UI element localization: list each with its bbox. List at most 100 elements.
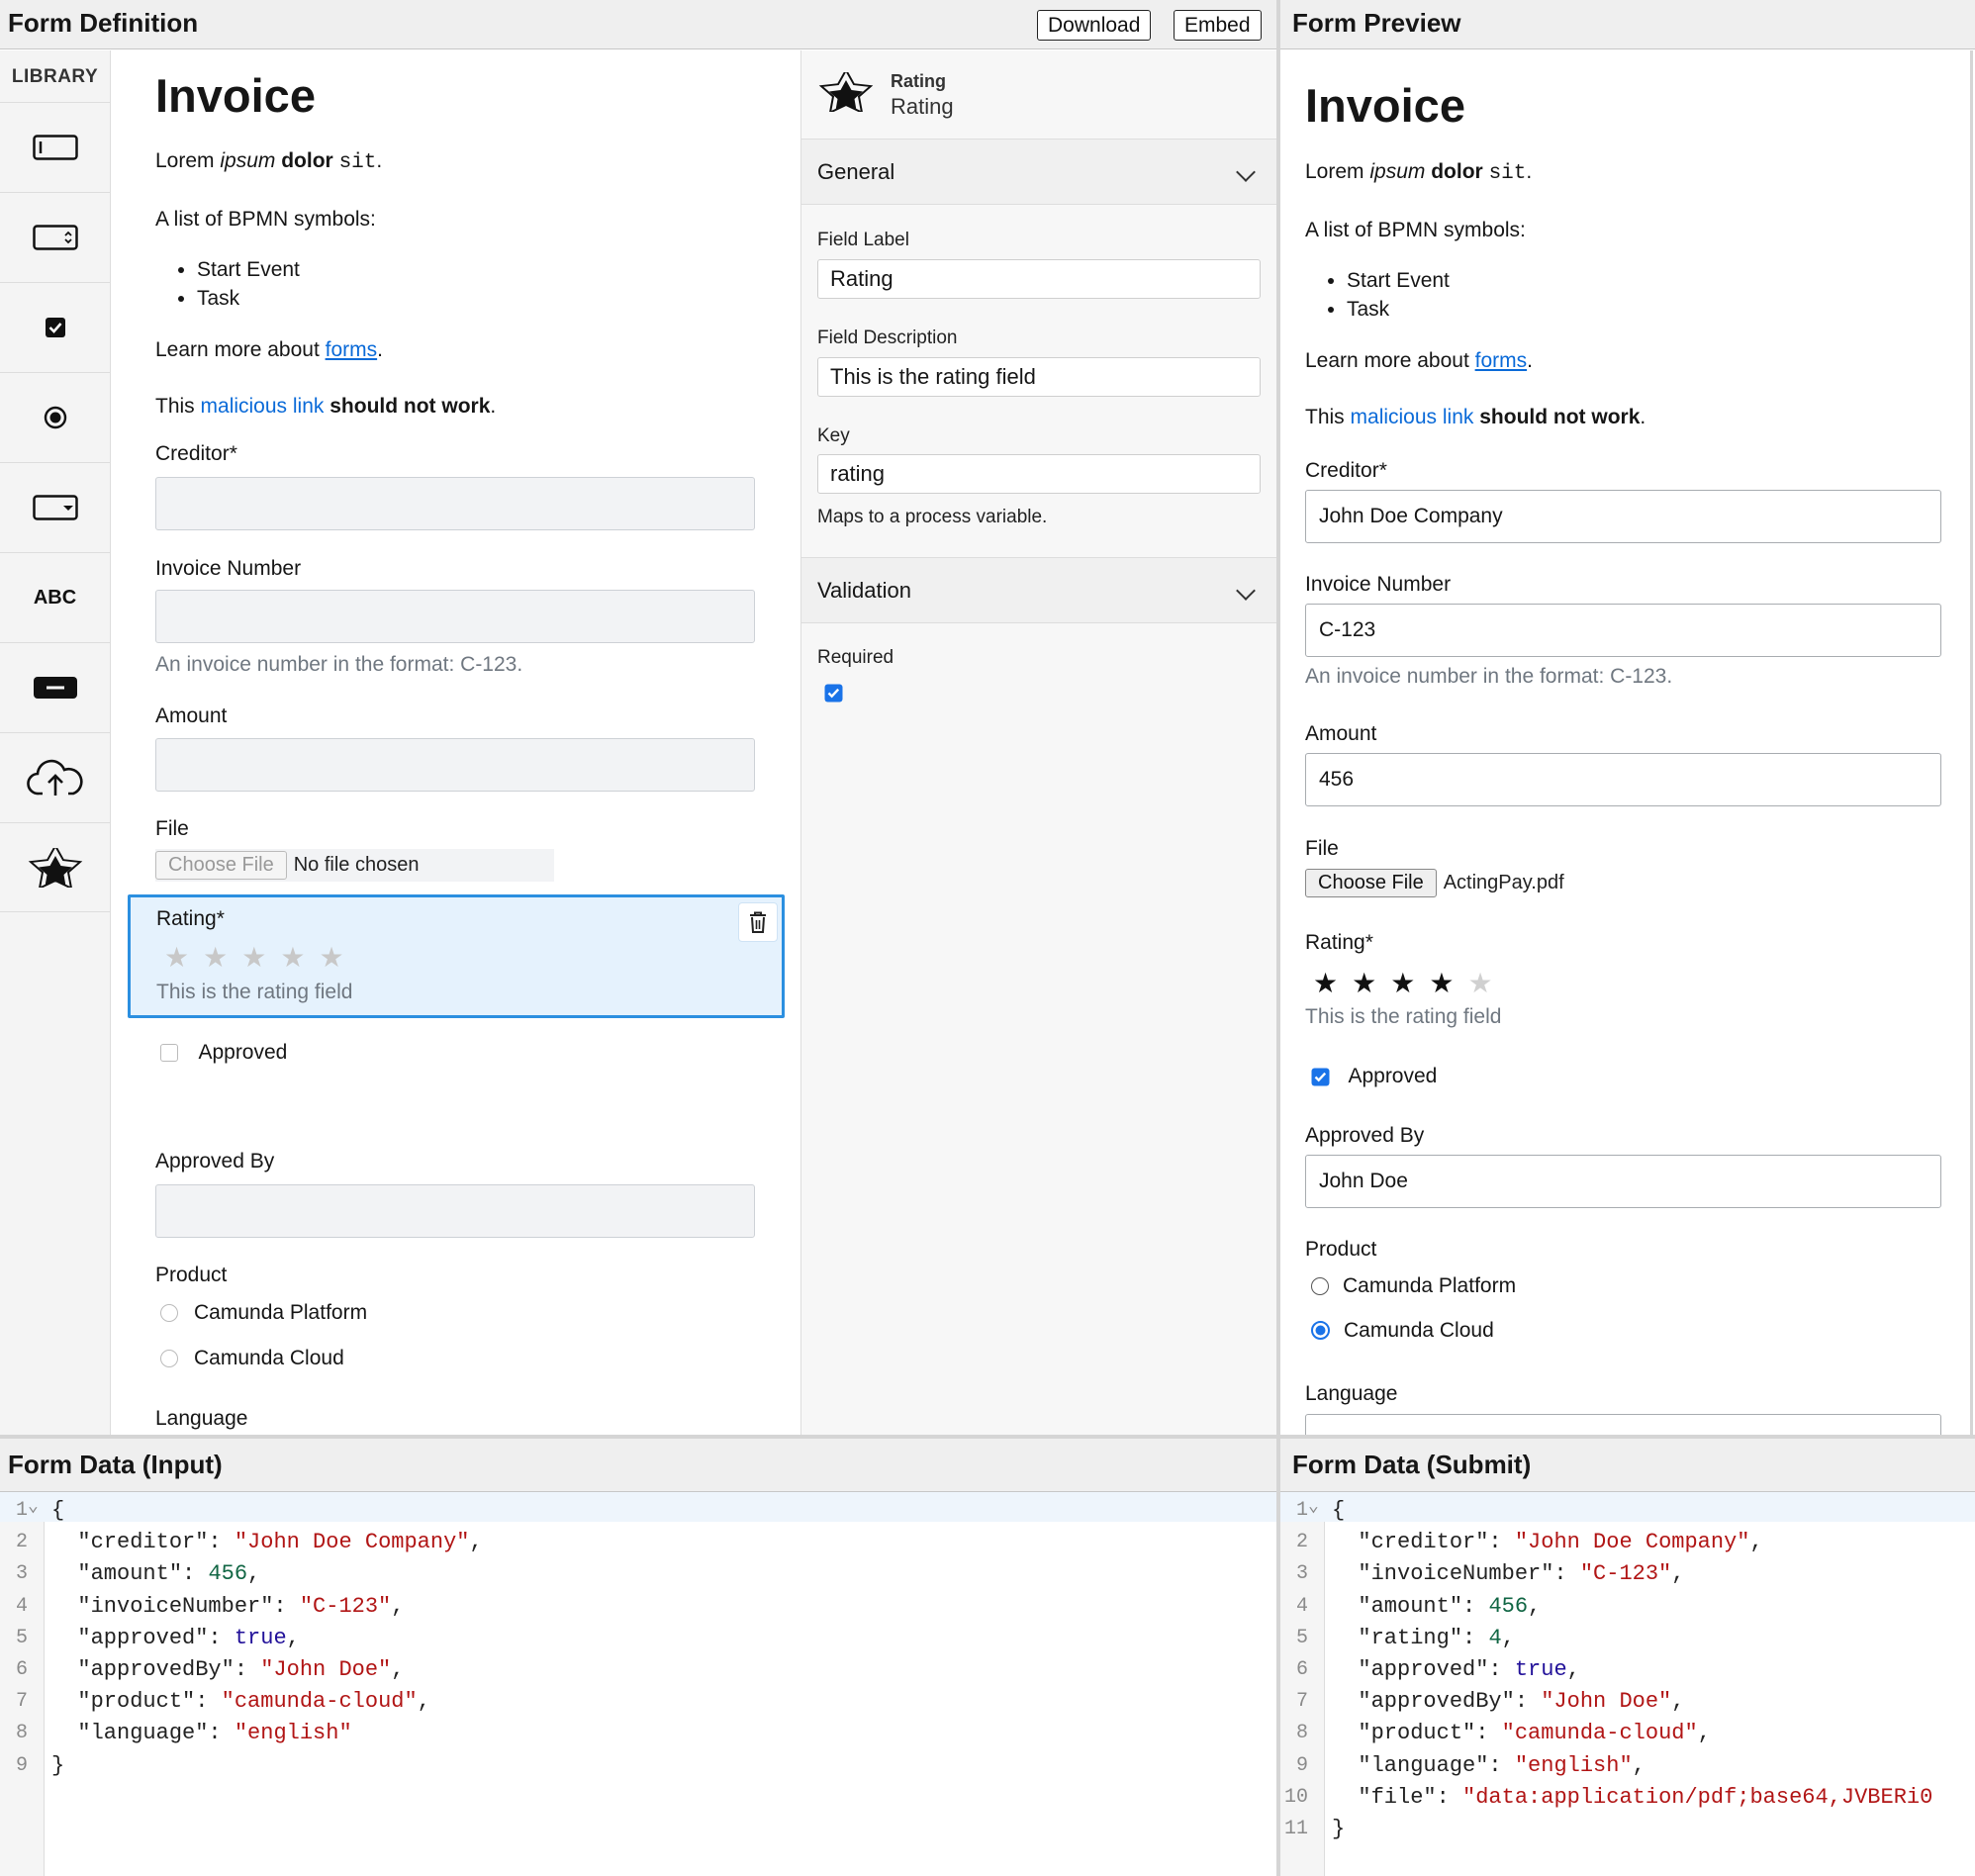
line-number: 1 [1295,1499,1308,1522]
approved-by-input[interactable]: John Doe [1305,1155,1941,1208]
download-button[interactable]: Download [1037,10,1152,41]
approved-label: Approved [198,1041,288,1064]
button-icon [33,677,77,699]
file-field[interactable]: File Choose File No file chosen [155,817,755,882]
approved-by-field[interactable]: Approved By [155,1150,755,1238]
language-label: Language [1305,1382,1398,1405]
creditor-input[interactable]: John Doe Company [1305,490,1941,543]
language-field[interactable]: Language [155,1407,755,1435]
product-option[interactable]: Camunda Cloud [155,1346,755,1369]
field-description-input[interactable]: This is the rating field [817,357,1261,397]
code-text: "creditor": "John Doe Company", [1332,1530,1763,1555]
radio-button[interactable] [160,1304,178,1323]
input-data-editor[interactable]: 1 ⌄{2 "creditor": "John Doe Company", 3 "a… [0,1492,1276,1876]
code-text: { [1332,1498,1346,1523]
amount-input[interactable] [155,738,755,792]
embed-button[interactable]: Embed [1174,10,1262,41]
palette-button[interactable] [0,642,110,732]
star-filled-icon[interactable]: ★ [1352,968,1390,998]
malicious-link[interactable]: malicious link [201,395,325,418]
code-text: "invoiceNumber": "C-123", [51,1593,405,1619]
code-line: 5 "approved": true, [0,1623,1276,1654]
product-field[interactable]: Product Camunda Platform Camunda Cloud [155,1264,755,1370]
code-line: 3 "amount": 456, [0,1558,1276,1590]
palette-file-upload[interactable] [0,732,110,822]
radio-button-selected[interactable] [1311,1321,1330,1341]
product-option[interactable]: Camunda Cloud [1305,1318,1941,1342]
list-item: Task [197,284,755,313]
form-preview-header: Form Preview [1280,0,1975,49]
invoice-number-input[interactable] [155,590,755,643]
star-rating-icon [818,72,874,112]
rating-label: Rating* [156,907,225,930]
star-filled-icon[interactable]: ★ [1429,968,1467,998]
key-label: Key [817,425,850,446]
line-number: 3 [1295,1562,1308,1586]
product-option[interactable]: Camunda Platform [155,1301,755,1325]
language-label: Language [155,1407,248,1430]
element-type-label: Rating [891,71,946,91]
palette-number[interactable] [0,192,110,282]
star-filled-icon[interactable]: ★ [1390,968,1429,998]
star-filled-icon[interactable]: ★ [1313,968,1352,998]
palette-text[interactable]: ABC [0,552,110,642]
star-icon: ★ [280,942,320,973]
list-intro-text: A list of BPMN symbols: [155,208,376,231]
approved-checkbox[interactable] [160,1044,178,1062]
approved-by-input[interactable] [155,1184,755,1238]
palette-select[interactable] [0,462,110,552]
radio-button[interactable] [1311,1277,1329,1296]
code-line: 2 "creditor": "John Doe Company", [0,1527,1276,1558]
approved-field[interactable]: Approved [155,1041,755,1065]
intro-text: Lorem ipsum dolor sit. [155,149,383,174]
forms-link[interactable]: forms [1475,349,1528,372]
preview-form-title: Invoice [1305,79,1465,132]
palette-checkbox[interactable] [0,282,110,372]
delete-field-button[interactable] [738,902,778,942]
line-number: 10 [1283,1785,1308,1809]
radio-button[interactable] [160,1349,178,1367]
code-line: 6 "approved": true, [1280,1654,1975,1686]
invoice-number-field[interactable]: Invoice Number An invoice number in the … [155,557,755,677]
star-empty-icon[interactable]: ★ [1467,968,1506,998]
palette-textfield[interactable] [0,102,110,192]
forms-link[interactable]: forms [326,338,378,361]
approved-checkbox[interactable] [1311,1068,1330,1086]
choose-file-button[interactable]: Choose File [1305,869,1437,897]
code-line: 1 ⌄ { [0,1495,1276,1527]
code-text: "approved": true, [1332,1657,1580,1682]
preview-invoice-field: Invoice Number C-123 An invoice number i… [1305,573,1941,689]
invoice-number-input[interactable]: C-123 [1305,604,1941,657]
rating-stars[interactable]: ★★★★★ [164,941,358,974]
element-name: Rating [891,94,954,119]
list-item: Task [1347,295,1450,324]
form-preview: Invoice Lorem ipsum dolor sit. A list of… [1280,50,1973,1435]
code-line: 5 "rating": 4, [1280,1623,1975,1654]
choose-file-button[interactable]: Choose File [155,851,287,880]
palette-rating[interactable] [0,822,110,912]
fold-chevron-icon[interactable]: ⌄ [1308,1492,1319,1523]
general-group-header[interactable]: General [801,140,1276,205]
code-line: 4 "invoiceNumber": "C-123", [0,1591,1276,1623]
validation-group-body: Required [801,623,1276,742]
form-preview-title: Form Preview [1292,8,1461,38]
amount-input[interactable]: 456 [1305,753,1941,806]
code-text: "approved": true, [51,1625,300,1650]
malicious-link[interactable]: malicious link [1351,406,1474,428]
rating-stars[interactable]: ★★★★★ [1305,967,1941,999]
key-input[interactable]: rating [817,454,1261,494]
palette-radio[interactable] [0,372,110,462]
line-number: 7 [15,1690,28,1714]
approved-label: Approved [1348,1065,1438,1087]
creditor-input[interactable] [155,477,755,530]
fold-chevron-icon[interactable]: ⌄ [28,1492,39,1523]
rating-field-selected[interactable]: Rating* ★★★★★ This is the rating field [128,894,785,1018]
product-option[interactable]: Camunda Platform [1305,1274,1941,1298]
required-checkbox[interactable] [824,684,843,703]
amount-field[interactable]: Amount [155,704,755,792]
language-select[interactable] [1305,1414,1941,1435]
field-label-input[interactable]: Rating [817,259,1261,299]
creditor-field[interactable]: Creditor* [155,442,755,530]
submit-data-editor[interactable]: 1 ⌄{2 "creditor": "John Doe Company", 3 "i… [1280,1492,1975,1876]
validation-group-header[interactable]: Validation [801,558,1276,623]
